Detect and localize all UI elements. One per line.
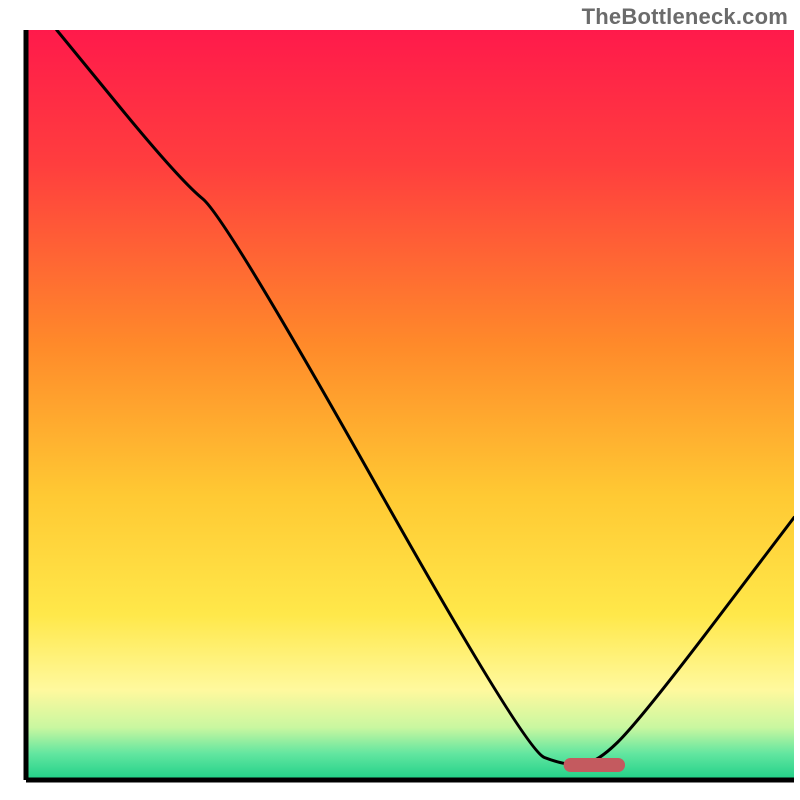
- bottleneck-chart: [0, 0, 800, 800]
- chart-container: TheBottleneck.com: [0, 0, 800, 800]
- optimal-marker: [564, 758, 625, 772]
- watermark-text: TheBottleneck.com: [582, 4, 788, 30]
